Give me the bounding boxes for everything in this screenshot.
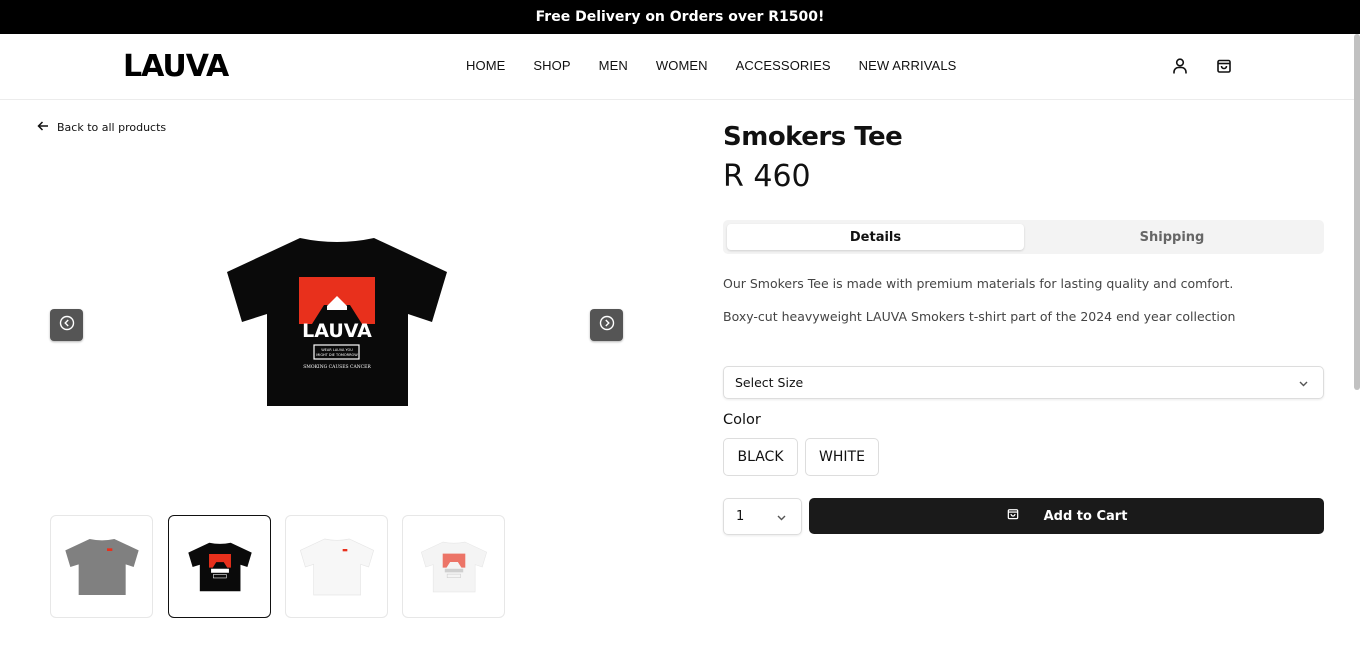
thumbnail-white-tee[interactable] (285, 515, 388, 618)
product-price: R 460 (723, 159, 811, 194)
thumbnail-grey-tee[interactable] (50, 515, 153, 618)
nav-item-home[interactable]: HOME (466, 58, 505, 73)
thumbnail-white-print-tee[interactable] (402, 515, 505, 618)
nav-item-accessories[interactable]: ACCESSORIES (736, 58, 831, 73)
size-select-placeholder: Select Size (735, 375, 804, 390)
chevron-right-circle-icon (599, 315, 615, 335)
site-header: LAUVA HOME SHOP MEN WOMEN ACCESSORIES NE… (0, 34, 1360, 100)
print-footer-text: SMOKING CAUSES CANCER (303, 364, 371, 370)
add-to-cart-label: Add to Cart (1043, 508, 1128, 524)
nav-item-new-arrivals[interactable]: NEW ARRIVALS (859, 58, 957, 73)
tab-shipping[interactable]: Shipping (1024, 224, 1320, 250)
user-icon[interactable] (1171, 57, 1189, 75)
print-box-text-1: WEAR LAUVA YOU (321, 348, 353, 352)
product-tabs: Details Shipping (723, 220, 1324, 254)
page-scrollbar[interactable] (1354, 34, 1360, 390)
gallery-prev-button[interactable] (50, 309, 83, 341)
color-option-white[interactable]: WHITE (805, 438, 879, 476)
shopping-bag-icon (1006, 507, 1020, 525)
main-nav: HOME SHOP MEN WOMEN ACCESSORIES NEW ARRI… (466, 58, 956, 73)
nav-item-men[interactable]: MEN (599, 58, 628, 73)
quantity-select[interactable]: 1 (723, 498, 802, 535)
size-select[interactable]: Select Size (723, 366, 1324, 399)
gallery-next-button[interactable] (590, 309, 623, 341)
brand-logo[interactable]: LAUVA (123, 51, 229, 83)
tab-details[interactable]: Details (727, 224, 1024, 250)
thumbnail-black-tee[interactable] (168, 515, 271, 618)
nav-item-women[interactable]: WOMEN (656, 58, 708, 73)
product-main-image: LAUVA WEAR LAUVA YOU MIGHT DIE TOMORROW … (226, 236, 448, 408)
color-option-black[interactable]: BLACK (723, 438, 798, 476)
chevron-down-icon (776, 512, 787, 527)
product-description-2: Boxy-cut heavyweight LAUVA Smokers t-shi… (723, 309, 1236, 324)
chevron-down-icon (1298, 377, 1309, 392)
arrow-left-icon (37, 120, 49, 135)
product-title: Smokers Tee (723, 122, 903, 152)
back-link-label: Back to all products (57, 121, 167, 134)
back-to-products-link[interactable]: Back to all products (37, 120, 166, 135)
add-to-cart-button[interactable]: Add to Cart (809, 498, 1324, 534)
nav-item-shop[interactable]: SHOP (533, 58, 570, 73)
announcement-bar: Free Delivery on Orders over R1500! (0, 0, 1360, 34)
chevron-left-circle-icon (59, 315, 75, 335)
product-description-1: Our Smokers Tee is made with premium mat… (723, 276, 1234, 291)
quantity-value: 1 (736, 509, 745, 524)
announcement-text: Free Delivery on Orders over R1500! (535, 9, 825, 25)
print-logo-text: LAUVA (302, 320, 372, 342)
color-label: Color (723, 412, 761, 428)
shopping-bag-icon[interactable] (1215, 57, 1233, 75)
print-box-text-2: MIGHT DIE TOMORROW (316, 353, 358, 357)
